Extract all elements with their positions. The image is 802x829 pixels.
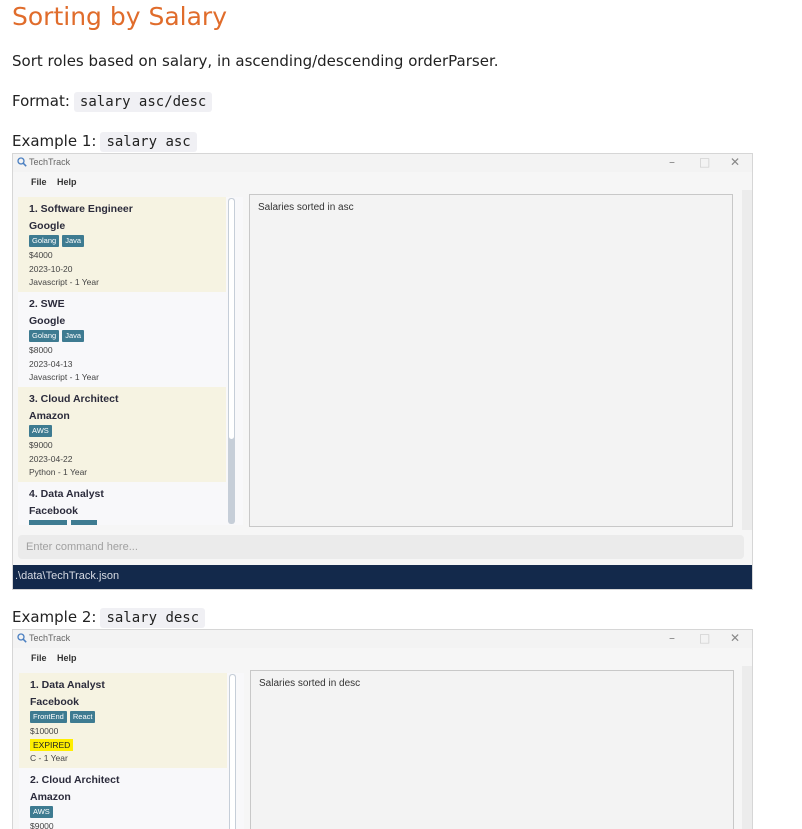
role-date: 2023-10-20 — [29, 264, 73, 274]
format-label: Format: — [12, 92, 70, 110]
example-2-code: salary desc — [100, 608, 206, 628]
tag: Golang — [29, 235, 60, 247]
role-salary: $4000 — [29, 250, 53, 260]
role-extra: Javascript - 1 Year — [29, 277, 99, 287]
role-company: Google — [29, 220, 66, 232]
app-search-icon — [17, 157, 27, 167]
menu-file[interactable]: File — [31, 653, 47, 663]
role-list[interactable]: 1. Data Analyst Facebook FrontEnd React … — [19, 673, 244, 829]
status-file-path: .\data\TechTrack.json — [15, 570, 120, 582]
minimize-button[interactable]: – — [669, 631, 675, 645]
scrollbar[interactable] — [228, 198, 235, 524]
app-search-icon — [17, 633, 27, 643]
role-title: 3. Cloud Architect — [29, 393, 119, 405]
app-window-example-1: TechTrack – □ ✕ File Help 1. Software En… — [12, 153, 753, 590]
role-title: 2. Cloud Architect — [30, 774, 120, 786]
role-extra: Javascript - 1 Year — [29, 372, 99, 382]
role-extra: C - 1 Year — [30, 753, 68, 763]
role-list[interactable]: 1. Software Engineer Google Golang Java … — [18, 197, 243, 525]
role-salary: $8000 — [29, 345, 53, 355]
role-company: Facebook — [29, 505, 79, 517]
app-window-example-2: TechTrack – □ ✕ File Help 1. Data Analys… — [12, 629, 753, 829]
scrollbar-thumb[interactable] — [230, 675, 235, 829]
window-title: TechTrack — [29, 633, 71, 643]
tag: Java — [62, 235, 85, 247]
command-input[interactable] — [18, 535, 744, 559]
tag: Golang — [29, 330, 60, 342]
result-display: Salaries sorted in desc — [250, 670, 734, 829]
scrollbar[interactable] — [229, 674, 236, 829]
example-2-line: Example 2: salary desc — [12, 608, 206, 628]
role-company: Amazon — [30, 791, 71, 803]
menu-bar: File Help — [13, 650, 752, 666]
role-company: Facebook — [30, 696, 80, 708]
window-edge — [742, 190, 752, 530]
example-2-label: Example 2: — [12, 608, 97, 626]
menu-help[interactable]: Help — [57, 653, 77, 663]
title-bar: TechTrack – □ ✕ — [13, 154, 752, 172]
status-bar: .\data\TechTrack.json — [13, 565, 752, 589]
close-button[interactable]: ✕ — [730, 155, 740, 169]
window-title: TechTrack — [29, 157, 71, 167]
menu-help[interactable]: Help — [57, 177, 77, 187]
format-code: salary asc/desc — [73, 92, 213, 112]
tag: AWS — [30, 806, 53, 818]
tag-list: AWS — [29, 425, 52, 437]
maximize-button[interactable]: □ — [699, 155, 710, 169]
role-card[interactable]: 3. Cloud Architect Amazon AWS $9000 2023… — [18, 387, 226, 482]
role-card[interactable]: 1. Data Analyst Facebook FrontEnd React … — [19, 673, 227, 768]
example-1-line: Example 1: salary asc — [12, 132, 197, 152]
maximize-button[interactable]: □ — [699, 631, 710, 645]
menu-bar: File Help — [13, 174, 752, 190]
role-company: Google — [29, 315, 66, 327]
result-display: Salaries sorted in asc — [249, 194, 733, 527]
tag-list: AWS — [30, 806, 53, 818]
role-company: Amazon — [29, 410, 70, 422]
role-extra: Python - 1 Year — [29, 467, 88, 477]
tag-list: Golang Java — [29, 235, 85, 247]
tag-partial — [29, 520, 67, 525]
expired-badge: EXPIRED — [30, 739, 74, 751]
role-card[interactable]: 1. Software Engineer Google Golang Java … — [18, 197, 226, 292]
role-card[interactable]: 2. Cloud Architect Amazon AWS $9000 — [19, 768, 227, 829]
page-title: Sorting by Salary — [12, 2, 227, 31]
tag-list: Golang Java — [29, 330, 85, 342]
role-title: 1. Data Analyst — [30, 679, 105, 691]
tag: React — [69, 711, 96, 723]
tag: FrontEnd — [30, 711, 67, 723]
role-title: 1. Software Engineer — [29, 203, 133, 215]
description: Sort roles based on salary, in ascending… — [12, 52, 499, 70]
tag: AWS — [29, 425, 52, 437]
close-button[interactable]: ✕ — [730, 631, 740, 645]
format-line: Format: salary asc/desc — [12, 92, 213, 112]
role-card[interactable]: 4. Data Analyst Facebook — [18, 482, 226, 525]
tag-partial — [71, 520, 97, 525]
example-1-label: Example 1: — [12, 132, 97, 150]
result-message: Salaries sorted in asc — [258, 202, 354, 213]
tag-list: FrontEnd React — [30, 711, 96, 723]
role-salary: $9000 — [29, 440, 53, 450]
menu-file[interactable]: File — [31, 177, 47, 187]
role-date: 2023-04-13 — [29, 359, 73, 369]
scrollbar-thumb[interactable] — [229, 199, 234, 439]
role-date: 2023-04-22 — [29, 454, 73, 464]
role-salary: $10000 — [30, 726, 59, 736]
result-message: Salaries sorted in desc — [259, 678, 361, 689]
role-card[interactable]: 2. SWE Google Golang Java $8000 2023-04-… — [18, 292, 226, 387]
example-1-code: salary asc — [100, 132, 197, 152]
minimize-button[interactable]: – — [669, 155, 675, 169]
role-title: 2. SWE — [29, 298, 65, 310]
role-title: 4. Data Analyst — [29, 488, 104, 500]
title-bar: TechTrack – □ ✕ — [13, 630, 752, 648]
window-edge — [742, 666, 752, 829]
tag: Java — [62, 330, 85, 342]
